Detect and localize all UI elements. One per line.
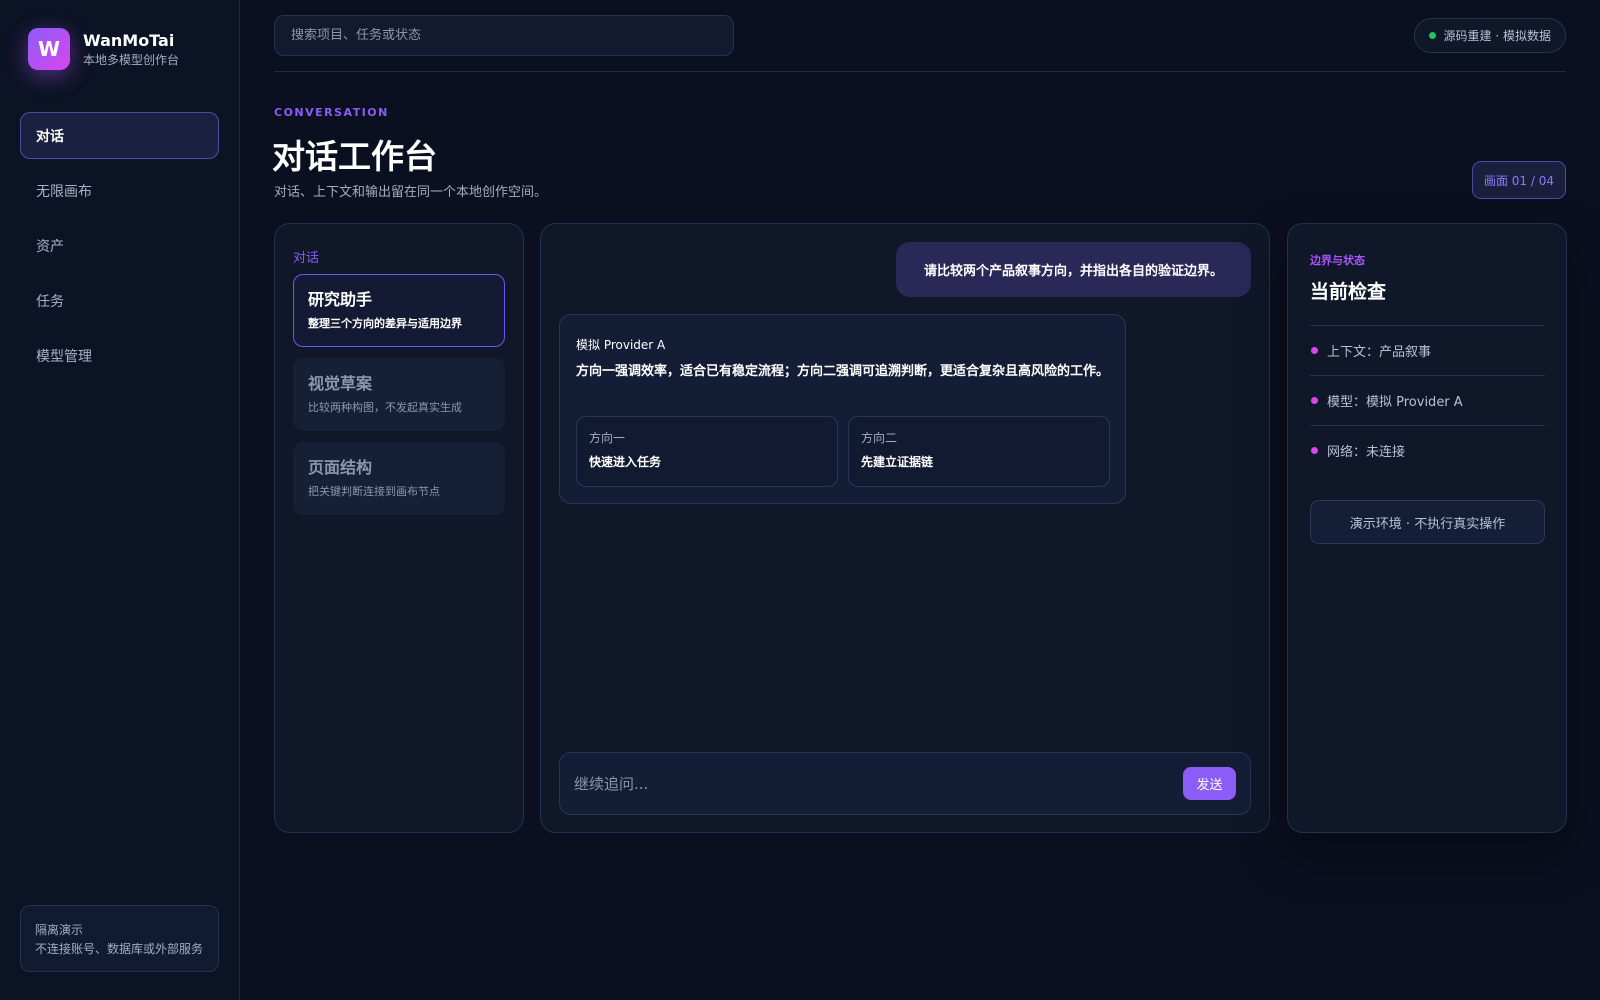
send-button[interactable]: 发送 xyxy=(1183,767,1236,800)
inspector-eyebrow: 边界与状态 xyxy=(1310,254,1365,267)
sidebar-item-conversation[interactable]: 对话 xyxy=(20,112,219,159)
brand: W WanMoTai 本地多模型创作台 xyxy=(28,28,179,70)
conversation-desc: 整理三个方向的差异与适用边界 xyxy=(308,317,462,330)
conversation-item-research[interactable]: 研究助手 整理三个方向的差异与适用边界 xyxy=(293,274,505,347)
conversation-title: 页面结构 xyxy=(308,458,373,477)
status-text: 源码重建 · 模拟数据 xyxy=(1443,29,1551,43)
check-list: 上下文：产品叙事 模型：模拟 Provider A 网络：未连接 xyxy=(1310,325,1545,475)
bullet-dot-icon xyxy=(1311,347,1318,354)
direction-card-two: 方向二 先建立证据链 xyxy=(848,416,1110,487)
status-dot-icon xyxy=(1428,32,1436,39)
sidebar-nav: 对话 无限画布 资产 任务 模型管理 xyxy=(20,112,219,387)
conversation-list-label: 对话 xyxy=(293,251,320,266)
direction-label: 方向二 xyxy=(861,431,898,445)
status-badge: 源码重建 · 模拟数据 xyxy=(1413,18,1566,53)
conversation-item-page-structure[interactable]: 页面结构 把关键判断连接到画布节点 xyxy=(293,442,505,515)
isolation-note-body: 不连接账号、数据库或外部服务 xyxy=(35,942,204,956)
search-box xyxy=(274,15,734,56)
bullet-dot-icon xyxy=(1311,447,1318,454)
app-root: W WanMoTai 本地多模型创作台 对话 无限画布 资产 任务 模型管理 隔… xyxy=(0,0,1600,1000)
app-logo-icon: W xyxy=(28,28,70,70)
reply-text: 方向一强调效率，适合已有稳定流程；方向二强调可追溯判断，更适合复杂且高风险的工作… xyxy=(576,364,1110,379)
isolation-note: 隔离演示 不连接账号、数据库或外部服务 xyxy=(20,905,219,972)
check-item-network: 网络：未连接 xyxy=(1310,425,1545,475)
sidebar-item-tasks[interactable]: 任务 xyxy=(20,277,219,324)
assistant-reply-card: 模拟 Provider A 方向一强调效率，适合已有稳定流程；方向二强调可追溯判… xyxy=(559,314,1126,504)
sidebar-item-assets[interactable]: 资产 xyxy=(20,222,219,269)
check-item-text: 网络：未连接 xyxy=(1327,445,1406,460)
conversation-desc: 把关键判断连接到画布节点 xyxy=(308,485,440,498)
check-item-model: 模型：模拟 Provider A xyxy=(1310,375,1545,425)
check-item-context: 上下文：产品叙事 xyxy=(1310,325,1545,375)
message-composer: 发送 xyxy=(559,752,1251,815)
page-subtitle: 对话、上下文和输出留在同一个本地创作空间。 xyxy=(274,185,548,200)
message-input[interactable] xyxy=(574,774,1183,793)
bullet-dot-icon xyxy=(1311,397,1318,404)
inspector-title: 当前检查 xyxy=(1310,281,1387,303)
sidebar-item-infinite-canvas[interactable]: 无限画布 xyxy=(20,167,219,214)
direction-value: 先建立证据链 xyxy=(861,455,934,469)
direction-label: 方向一 xyxy=(589,431,626,445)
check-item-text: 上下文：产品叙事 xyxy=(1327,345,1432,360)
check-item-text: 模型：模拟 Provider A xyxy=(1327,395,1463,410)
demo-environment-note: 演示环境 · 不执行真实操作 xyxy=(1310,500,1545,544)
brand-text: WanMoTai 本地多模型创作台 xyxy=(83,31,179,68)
screen-counter-badge[interactable]: 画面 01 / 04 xyxy=(1472,161,1566,199)
isolation-note-title: 隔离演示 xyxy=(35,923,84,937)
conversation-desc: 比较两种构图，不发起真实生成 xyxy=(308,401,462,414)
reply-provider-label: 模拟 Provider A xyxy=(576,338,666,352)
direction-value: 快速进入任务 xyxy=(589,455,662,469)
sidebar: W WanMoTai 本地多模型创作台 对话 无限画布 资产 任务 模型管理 隔… xyxy=(0,0,240,1000)
brand-name: WanMoTai xyxy=(83,30,175,50)
conversation-title: 研究助手 xyxy=(308,290,373,309)
brand-subtitle: 本地多模型创作台 xyxy=(83,52,180,67)
user-message-bubble: 请比较两个产品叙事方向，并指出各自的验证边界。 xyxy=(896,242,1251,297)
page-title: 对话工作台 xyxy=(272,137,437,176)
sidebar-item-model-management[interactable]: 模型管理 xyxy=(20,332,219,379)
page-eyebrow: CONVERSATION xyxy=(274,106,389,119)
top-divider xyxy=(274,71,1566,72)
conversation-title: 视觉草案 xyxy=(308,374,373,393)
chat-panel: 请比较两个产品叙事方向，并指出各自的验证边界。 模拟 Provider A 方向… xyxy=(540,223,1270,833)
conversation-item-visual[interactable]: 视觉草案 比较两种构图，不发起真实生成 xyxy=(293,358,505,431)
conversation-list-panel: 对话 研究助手 整理三个方向的差异与适用边界 视觉草案 比较两种构图，不发起真实… xyxy=(274,223,524,833)
search-input[interactable] xyxy=(291,28,733,43)
inspector-panel: 边界与状态 当前检查 上下文：产品叙事 模型：模拟 Provider A 网络：… xyxy=(1287,223,1567,833)
direction-card-one: 方向一 快速进入任务 xyxy=(576,416,838,487)
